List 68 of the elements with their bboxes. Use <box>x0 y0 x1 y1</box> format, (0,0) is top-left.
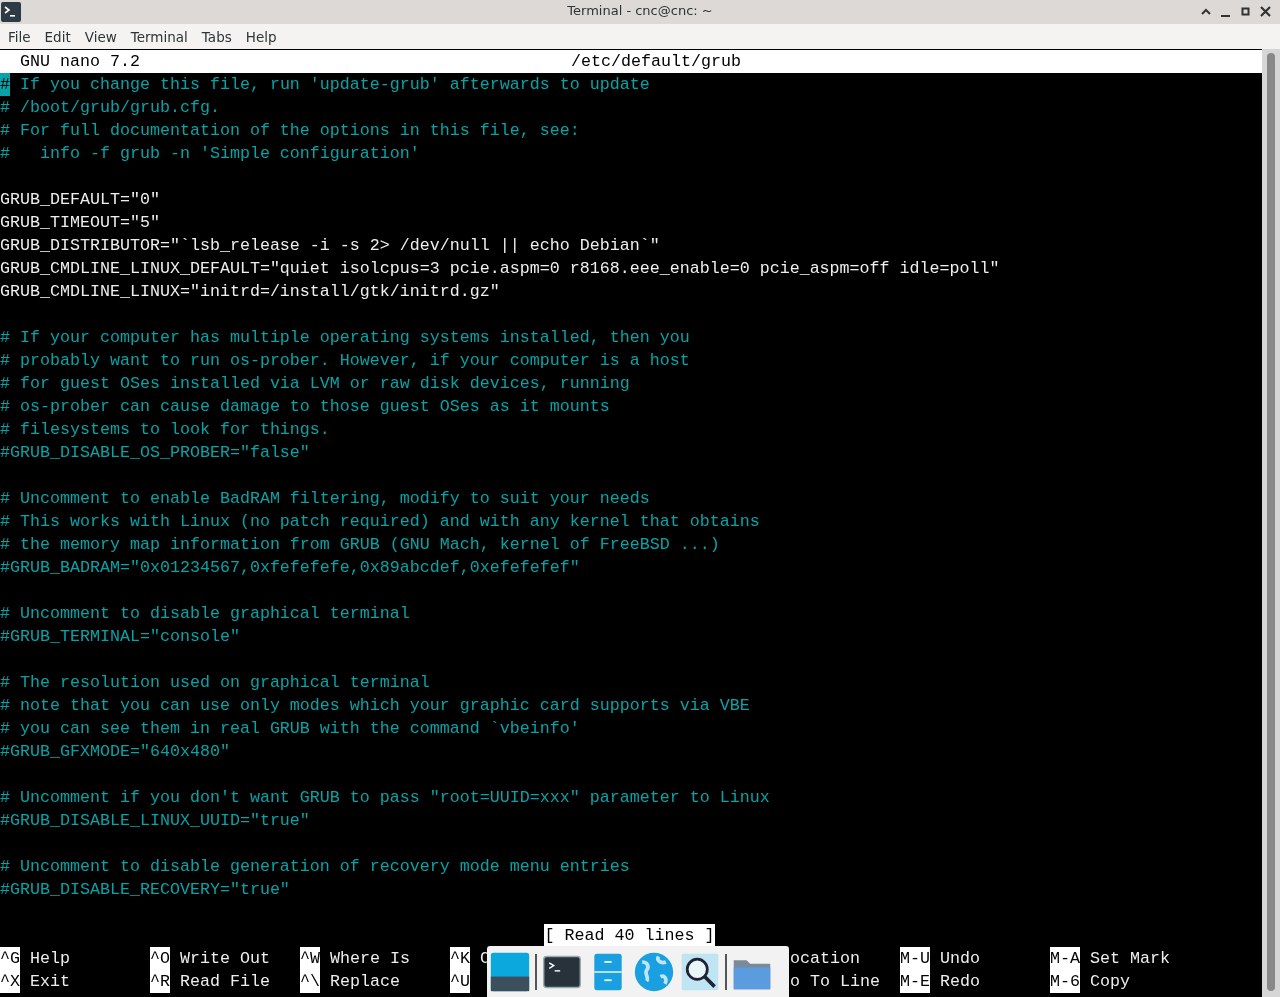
shortcut-label: Help <box>30 948 70 970</box>
shortcut-label: Set Mark <box>1090 948 1170 970</box>
comment-line: # The resolution used on graphical terminal <box>0 672 430 694</box>
menu-item[interactable]: Edit <box>37 28 78 45</box>
scrollbar[interactable] <box>1262 49 1280 997</box>
shortcut-label: Where Is <box>330 948 410 970</box>
shortcut-key: M-E <box>900 970 930 993</box>
menu-item[interactable]: View <box>77 28 124 45</box>
shortcut-key: ^X <box>0 970 20 993</box>
comment-line: # Uncomment to disable generation of recovery mode menu entries <box>0 856 630 878</box>
code-line: GRUB_DISTRIBUTOR="`lsb_release -i -s 2> /dev/null || echo Debian`" <box>0 235 660 257</box>
shortcut-label: Read File <box>180 971 270 993</box>
comment-line: #GRUB_TERMINAL="console" <box>0 626 240 648</box>
shortcut-label: ocation <box>790 948 860 970</box>
comment-line: If you change this file, run 'update-grub' afterwards to update <box>19 74 650 96</box>
shortcut-label: Replace <box>330 971 400 993</box>
code-line: GRUB_CMDLINE_LINUX="initrd=/install/gtk/initrd.gz" <box>0 281 500 303</box>
menu-item[interactable]: Terminal <box>123 28 195 45</box>
menu-item[interactable]: File <box>1 28 38 45</box>
shortcut-label: Exit <box>30 971 70 993</box>
tile-icon[interactable] <box>489 950 531 993</box>
shortcut-key: ^\ <box>300 970 320 993</box>
comment-line: # probably want to run os-prober. However, if your computer is a host <box>0 350 690 372</box>
file-name: /etc/default/grub <box>571 51 741 73</box>
scroll-thumb[interactable] <box>1267 53 1275 991</box>
comment-line: # Uncomment if you don't want GRUB to pass "root=UUID=xxx" parameter to Linux <box>0 787 770 809</box>
comment-line: # This works with Linux (no patch required) and with any kernel that obtains <box>0 511 760 533</box>
comment-line: # for guest OSes installed via LVM or raw disk devices, running <box>0 373 630 395</box>
comment-line: # /boot/grub/grub.cfg. <box>0 97 220 119</box>
comment-line: # Uncomment to enable BadRAM filtering, modify to suit your needs <box>0 488 650 510</box>
shortcut-key: ^K <box>450 947 470 970</box>
shortcut-key: M-A <box>1050 947 1080 970</box>
comment-line: # If your computer has multiple operating systems installed, then you <box>0 327 690 349</box>
comment-line: # Uncomment to disable graphical terminal <box>0 603 410 625</box>
comment-line: # For full documentation of the options in this file, see: <box>0 120 580 142</box>
status-message: [ Read 40 lines ] <box>543 924 716 947</box>
shortcut-key: ^U <box>450 970 470 993</box>
shortcut-key: ^G <box>0 947 20 970</box>
shortcut-key: ^R <box>150 970 170 993</box>
menu-item[interactable]: Tabs <box>194 28 239 45</box>
comment-line: #GRUB_DISABLE_RECOVERY="true" <box>0 879 290 901</box>
shortcut-key: M-U <box>900 947 930 970</box>
shortcut-label: Write Out <box>180 948 270 970</box>
comment-line: # you can see them in real GRUB with the command `vbeinfo' <box>0 718 580 740</box>
code-line: GRUB_CMDLINE_LINUX_DEFAULT="quiet isolcpus=3 pcie.aspm=0 r8168.eee_enable=0 pcie_aspm=off idle=poll" <box>0 258 1000 280</box>
code-line: GRUB_DEFAULT="0" <box>0 189 160 211</box>
comment-line: # info -f grub -n 'Simple configuration' <box>0 143 420 165</box>
program-version: GNU nano 7.2 <box>20 51 140 73</box>
shortcut-label: Undo <box>940 948 980 970</box>
terminal-icon <box>1 2 21 22</box>
shortcut-label: o To Line <box>790 971 880 993</box>
shortcut-key: M-6 <box>1050 970 1080 993</box>
code-line: GRUB_TIMEOUT="5" <box>0 212 160 234</box>
shortcut-key: ^O <box>150 947 170 970</box>
shortcut-label: Redo <box>940 971 980 993</box>
shortcut-label: Copy <box>1090 971 1130 993</box>
comment-line: #GRUB_DISABLE_OS_PROBER="false" <box>0 442 310 464</box>
text-cursor: # <box>0 73 10 96</box>
comment-line: #GRUB_BADRAM="0x01234567,0xfefefefe,0x89abcdef,0xefefefef" <box>0 557 580 579</box>
comment-line: # the memory map information from GRUB (GNU Mach, kernel of FreeBSD ...) <box>0 534 720 556</box>
comment-line: # os-prober can cause damage to those guest OSes as it mounts <box>0 396 610 418</box>
menu-item[interactable]: Help <box>238 28 284 45</box>
comment-line: #GRUB_GFXMODE="640x480" <box>0 741 230 763</box>
comment-line: # filesystems to look for things. <box>0 419 330 441</box>
comment-line: # note that you can use only modes which your graphic card supports via VBE <box>0 695 750 717</box>
comment-line: #GRUB_DISABLE_LINUX_UUID="true" <box>0 810 310 832</box>
window-title: Terminal - cnc@cnc: ~ <box>567 3 713 18</box>
shortcut-key: ^W <box>300 947 320 970</box>
